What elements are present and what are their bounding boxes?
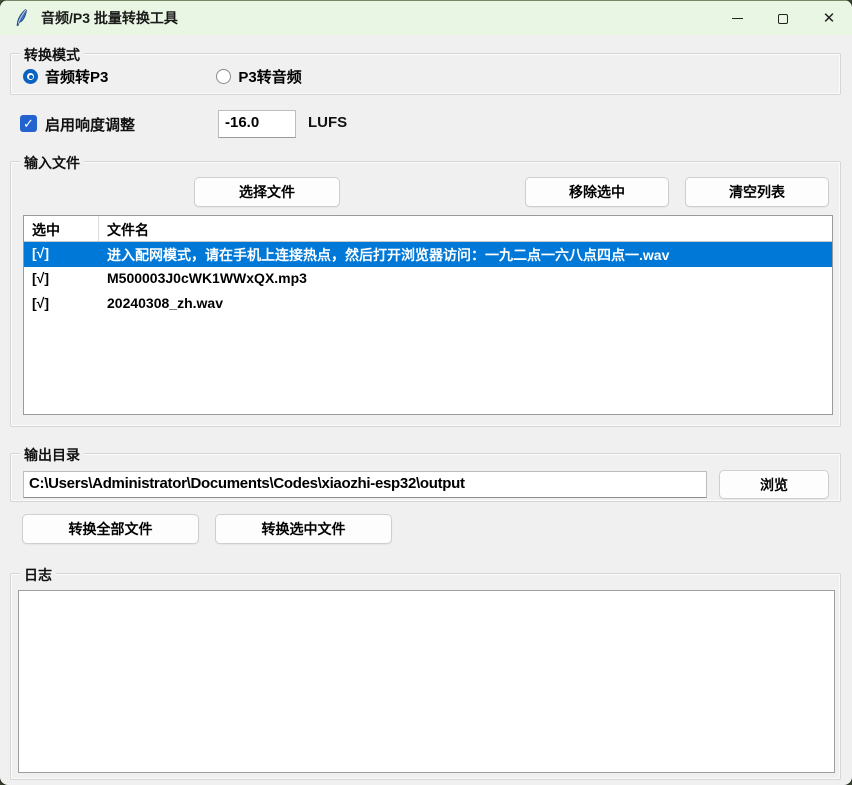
select-files-button[interactable]: 选择文件 xyxy=(194,177,340,207)
output-path-input[interactable]: C:\Users\Administrator\Documents\Codes\x… xyxy=(23,471,707,498)
mode-groupbox: 转换模式 音频转P3 P3转音频 xyxy=(10,53,841,95)
row-filename-cell: M500003J0cWK1WWxQX.mp3 xyxy=(99,267,832,292)
input-files-group-label: 输入文件 xyxy=(20,153,84,173)
row-filename-cell: 20240308_zh.wav xyxy=(99,292,832,317)
output-dir-group-label: 输出目录 xyxy=(20,445,84,465)
radio-p3-to-audio-label: P3转音频 xyxy=(238,66,301,87)
header-filename-column[interactable]: 文件名 xyxy=(99,216,832,241)
radio-audio-to-p3[interactable]: 音频转P3 xyxy=(23,66,108,87)
browse-button[interactable]: 浏览 xyxy=(719,470,829,499)
close-button[interactable]: ✕ xyxy=(806,1,852,36)
convert-selected-button[interactable]: 转换选中文件 xyxy=(215,514,392,544)
tk-feather-icon xyxy=(12,8,32,28)
file-list-table[interactable]: 选中 文件名 [√] 进入配网模式，请在手机上连接热点，然后打开浏览器访问：一九… xyxy=(23,215,833,415)
output-dir-groupbox: 输出目录 C:\Users\Administrator\Documents\Co… xyxy=(10,453,841,502)
row-check-cell: [√] xyxy=(24,267,99,292)
loudness-checkbox[interactable]: ✓ xyxy=(20,115,37,132)
row-check-cell: [√] xyxy=(24,292,99,317)
input-files-groupbox: 输入文件 选择文件 移除选中 清空列表 选中 文件名 [√] 进入配网模式，请在… xyxy=(10,161,841,427)
maximize-button[interactable] xyxy=(760,1,806,36)
loudness-checkbox-label: 启用响度调整 xyxy=(45,114,135,135)
radio-audio-to-p3-label: 音频转P3 xyxy=(45,66,108,87)
radio-unselected-icon xyxy=(216,69,231,84)
titlebar: 音频/P3 批量转换工具 ✕ xyxy=(0,0,852,35)
row-filename-cell: 进入配网模式，请在手机上连接热点，然后打开浏览器访问：一九二点一六八点四点一.w… xyxy=(99,242,832,267)
maximize-icon xyxy=(778,14,788,24)
mode-group-label: 转换模式 xyxy=(20,45,84,65)
file-list-header: 选中 文件名 xyxy=(24,216,832,242)
log-textarea[interactable] xyxy=(18,590,835,773)
mode-radio-row: 音频转P3 P3转音频 xyxy=(23,66,302,87)
lufs-unit-label: LUFS xyxy=(308,114,347,131)
minimize-icon xyxy=(732,18,743,19)
table-row[interactable]: [√] 20240308_zh.wav xyxy=(24,292,832,317)
log-group-label: 日志 xyxy=(20,565,56,585)
radio-selected-icon xyxy=(23,69,38,84)
header-checked-column[interactable]: 选中 xyxy=(24,216,99,241)
window-controls: ✕ xyxy=(714,1,852,36)
radio-p3-to-audio[interactable]: P3转音频 xyxy=(216,66,301,87)
log-groupbox: 日志 xyxy=(10,573,841,780)
minimize-button[interactable] xyxy=(714,1,760,36)
convert-all-button[interactable]: 转换全部文件 xyxy=(22,514,199,544)
table-row[interactable]: [√] M500003J0cWK1WWxQX.mp3 xyxy=(24,267,832,292)
app-window: 音频/P3 批量转换工具 ✕ 转换模式 音频转P3 P3转音频 ✓ 启用响度调整… xyxy=(0,0,852,785)
loudness-row: ✓ 启用响度调整 -16.0 LUFS xyxy=(20,110,832,138)
remove-selected-button[interactable]: 移除选中 xyxy=(525,177,669,207)
lufs-value-input[interactable]: -16.0 xyxy=(218,110,296,138)
clear-list-button[interactable]: 清空列表 xyxy=(685,177,829,207)
row-check-cell: [√] xyxy=(24,242,99,267)
window-title: 音频/P3 批量转换工具 xyxy=(41,8,178,28)
table-row[interactable]: [√] 进入配网模式，请在手机上连接热点，然后打开浏览器访问：一九二点一六八点四… xyxy=(24,242,832,267)
close-icon: ✕ xyxy=(823,11,836,26)
